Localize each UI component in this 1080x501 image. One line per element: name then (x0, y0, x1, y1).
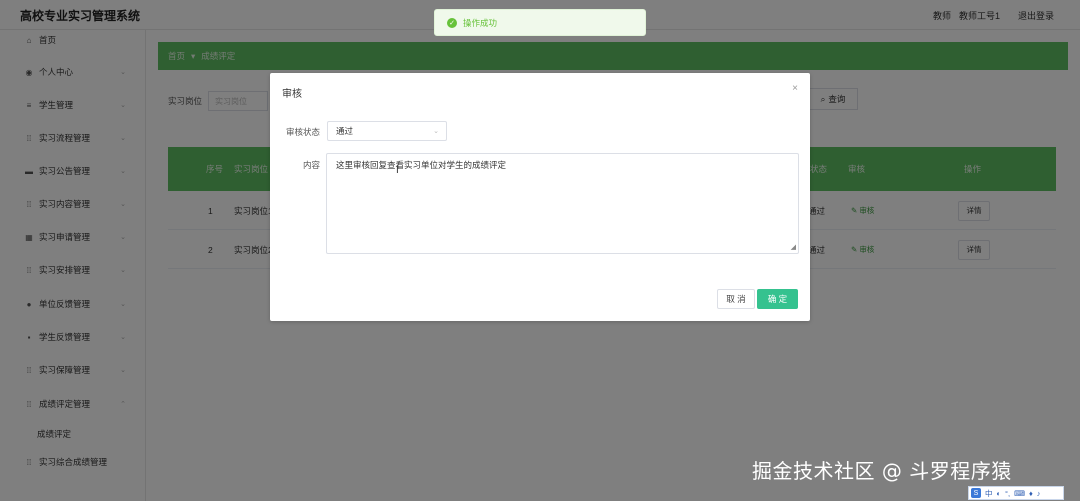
moon-icon[interactable]: ◐ (997, 489, 1002, 498)
toast-message: 操作成功 (463, 17, 498, 28)
punctuation-icon[interactable]: °, (1005, 489, 1010, 498)
ime-chinese-mode[interactable]: 中 (985, 488, 993, 499)
chevron-down-icon: ⌄ (433, 128, 439, 135)
ime-logo-icon[interactable]: S (971, 488, 981, 498)
dialog-title: 审核 (282, 89, 302, 100)
audit-dialog: 审核 × 审核状态 通过 ⌄ 内容 这里审核回复查看实习单位对学生的成绩评定 ◢… (270, 73, 810, 321)
success-toast: ✓ 操作成功 (434, 9, 646, 36)
confirm-button[interactable]: 确 定 (757, 289, 798, 309)
status-select[interactable]: 通过 ⌄ (327, 121, 447, 141)
status-label: 审核状态 (285, 127, 320, 137)
content-label: 内容 (302, 160, 320, 170)
resize-handle-icon[interactable]: ◢ (791, 243, 796, 251)
text-cursor-icon: I (396, 165, 399, 176)
skin-icon[interactable]: ♦ (1029, 489, 1033, 498)
check-circle-icon: ✓ (447, 17, 457, 28)
ime-toolbar: S 中 ◐ °, ⌨ ♦ ♪ (968, 486, 1064, 500)
content-textarea-value: 这里审核回复查看实习单位对学生的成绩评定 (336, 160, 507, 170)
watermark: 掘金技术社区 @ 斗罗程序猿 (752, 459, 1012, 483)
tools-icon[interactable]: ♪ (1037, 489, 1041, 498)
status-select-value: 通过 (336, 126, 354, 136)
keyboard-icon[interactable]: ⌨ (1014, 489, 1025, 498)
close-icon[interactable]: × (792, 83, 798, 94)
cancel-button[interactable]: 取 消 (717, 289, 755, 309)
